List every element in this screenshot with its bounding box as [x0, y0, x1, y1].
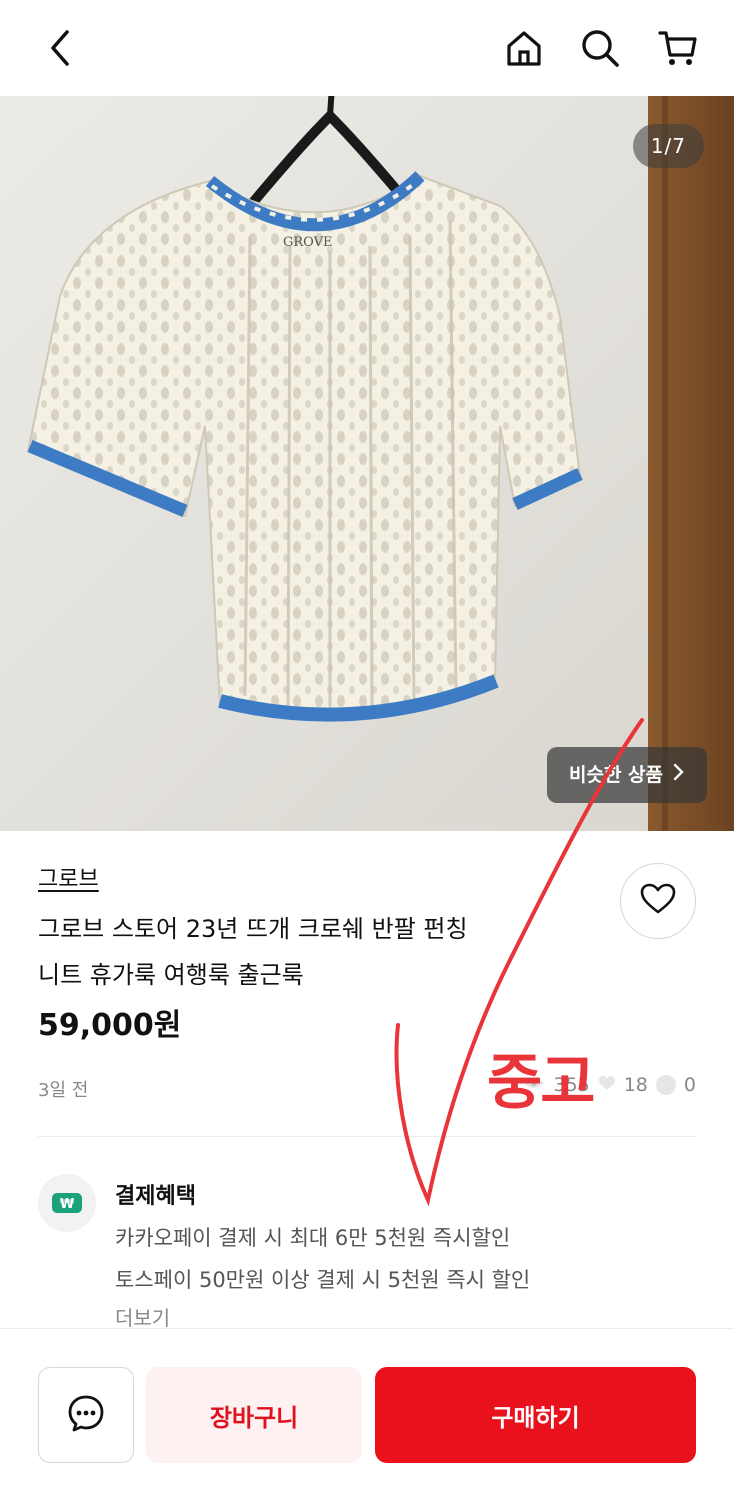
product-price: 59,000원	[38, 1008, 182, 1043]
similar-products-button[interactable]: 비슷한 상품	[546, 747, 707, 803]
used-annotation-label: 중고	[487, 1048, 595, 1118]
svg-text:₩: ₩	[60, 1197, 75, 1212]
product-title: 그로브 스토어 23년 뜨개 크로쉐 반팔 펀칭 니트 휴가룩 여행룩 출근룩	[38, 906, 598, 998]
chat-button[interactable]	[38, 1367, 134, 1463]
chat-bubble-icon	[655, 1075, 676, 1095]
back-icon[interactable]	[34, 22, 86, 74]
product-image[interactable]: GROVE 1/7 비슷한 상품	[0, 96, 734, 831]
brand-link[interactable]: 그로브	[38, 861, 99, 893]
chat-icon	[67, 1394, 105, 1436]
wishlist-button[interactable]	[620, 863, 696, 939]
product-title-line2: 니트 휴가룩 여행룩 출근룩	[38, 961, 304, 989]
like-count: 18	[623, 1074, 648, 1096]
posted-time: 3일 전	[38, 1080, 89, 1101]
buy-now-button[interactable]: 구매하기	[375, 1367, 696, 1463]
bottom-action-bar: 장바구니 구매하기	[0, 1328, 734, 1501]
payment-benefits-title: 결제혜택	[115, 1184, 196, 1209]
garment-label: GROVE	[283, 235, 332, 250]
won-coin-icon: ₩	[38, 1174, 96, 1232]
like-small-icon	[598, 1074, 616, 1096]
chevron-right-icon	[673, 747, 685, 803]
image-counter: 1/7	[632, 124, 704, 168]
chat-count: 0	[683, 1074, 696, 1096]
product-photo-illustration: GROVE	[0, 96, 734, 831]
heart-icon	[640, 883, 676, 919]
more-link[interactable]: 더보기	[115, 1302, 170, 1331]
similar-products-label: 비슷한 상품	[568, 764, 663, 786]
divider	[38, 1136, 696, 1137]
home-icon[interactable]	[498, 22, 550, 74]
payment-benefit-toss: 토스페이 50만원 이상 결제 시 5천원 즉시 할인	[115, 1268, 531, 1292]
top-bar	[0, 0, 734, 96]
product-title-line1: 그로브 스토어 23년 뜨개 크로쉐 반팔 펀칭	[38, 915, 468, 943]
add-to-cart-button[interactable]: 장바구니	[146, 1367, 362, 1463]
cart-icon[interactable]	[652, 22, 704, 74]
search-icon[interactable]	[574, 22, 626, 74]
payment-benefit-kakao: 카카오페이 결제 시 최대 6만 5천원 즉시할인	[115, 1226, 511, 1250]
